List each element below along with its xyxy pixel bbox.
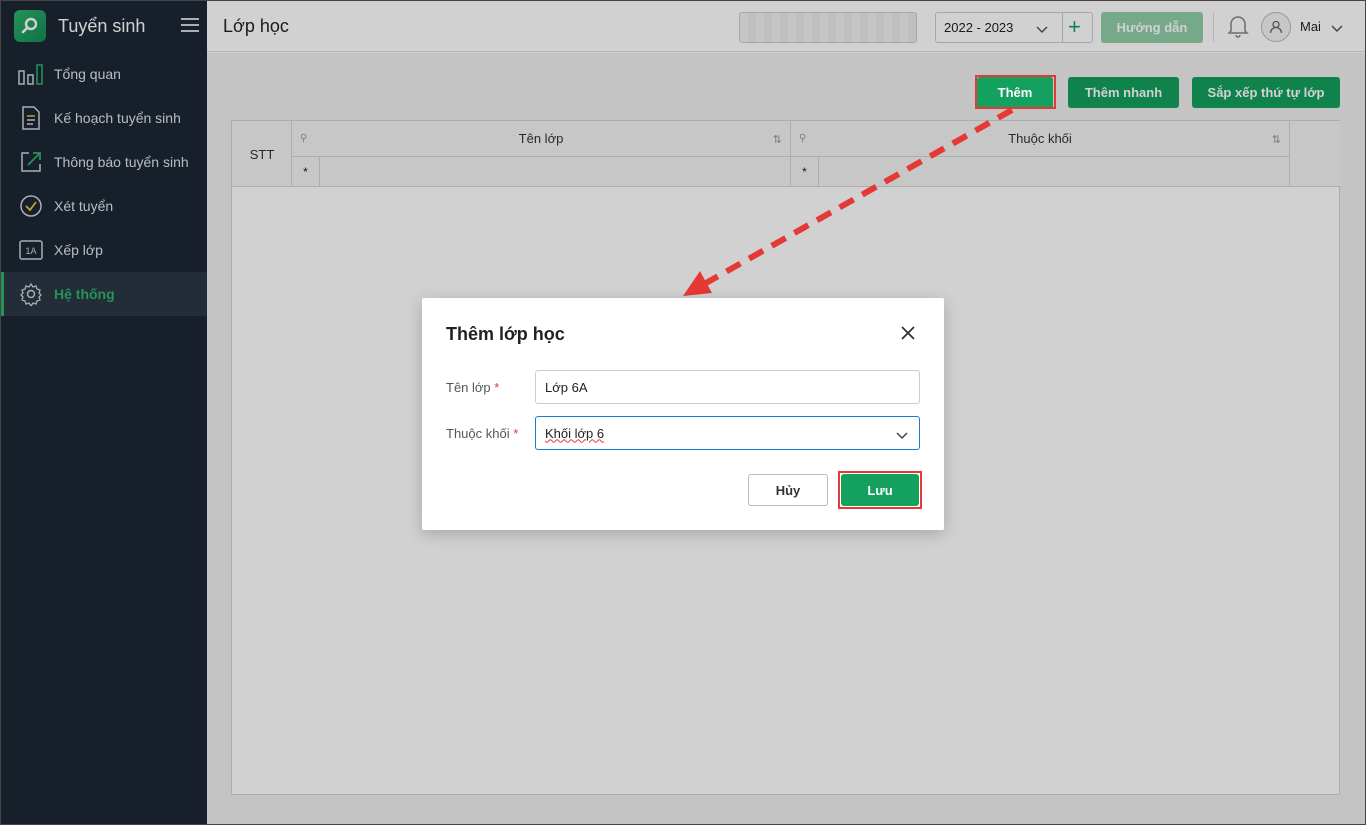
grade-label: Thuộc khối *: [446, 426, 518, 441]
save-button[interactable]: Lưu: [841, 474, 919, 506]
class-name-label: Tên lớp *: [446, 380, 499, 395]
required-mark: *: [513, 426, 519, 441]
add-class-dialog: Thêm lớp học Tên lớp * Lớp 6A Thuộc khối…: [422, 298, 944, 530]
cancel-button[interactable]: Hủy: [748, 474, 828, 506]
label-text: Thuộc khối: [446, 426, 510, 441]
chevron-down-icon[interactable]: [896, 428, 908, 443]
grade-select[interactable]: Khối lớp 6: [535, 416, 920, 450]
label-text: Tên lớp: [446, 380, 491, 395]
class-name-input[interactable]: Lớp 6A: [535, 370, 920, 404]
grade-value: Khối lớp 6: [545, 425, 605, 441]
close-icon[interactable]: [900, 325, 918, 343]
class-name-value: Lớp 6A: [545, 379, 588, 395]
required-mark: *: [494, 380, 500, 395]
dialog-title: Thêm lớp học: [446, 324, 565, 344]
